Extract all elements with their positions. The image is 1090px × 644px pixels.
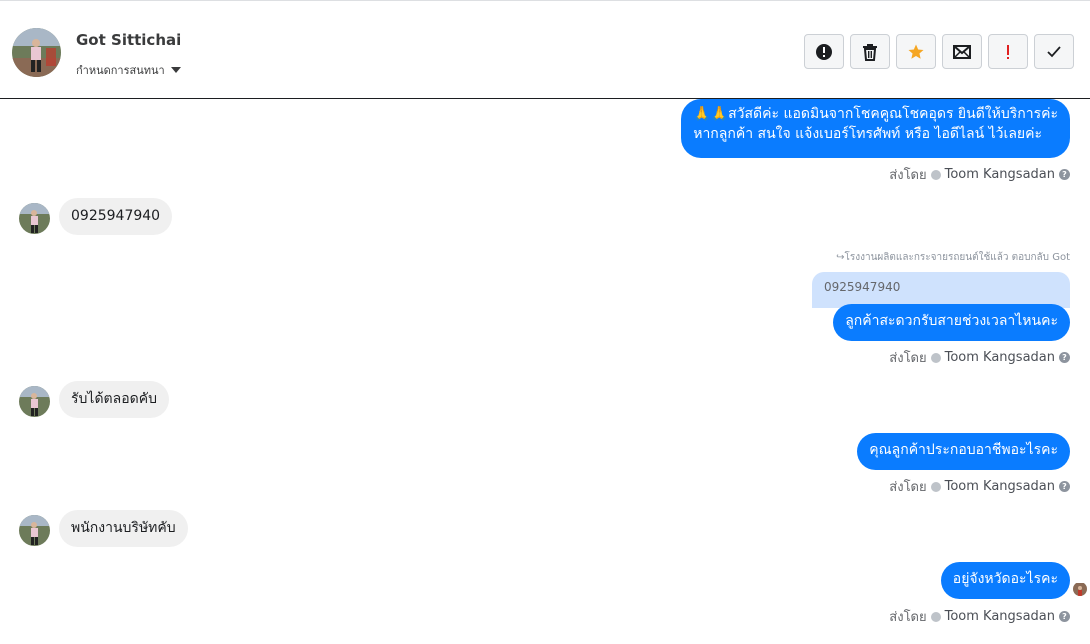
trash-icon: [863, 43, 877, 61]
contact-avatar-small: [19, 515, 50, 546]
sent-by-prefix: ส่งโดย: [889, 168, 927, 183]
sent-by-label: ส่งโดย Toom Kangsadan ?: [889, 606, 1070, 627]
incoming-message[interactable]: 0925947940: [59, 198, 173, 235]
outgoing-message[interactable]: ลูกค้าสะดวกรับสายช่วงเวลาไหนคะ: [833, 304, 1070, 341]
agent-icon: [930, 481, 941, 492]
exclamation-icon: [1007, 44, 1009, 59]
sent-by-label: ส่งโดย Toom Kangsadan ?: [889, 347, 1070, 368]
sent-by-prefix: ส่งโดย: [889, 610, 927, 625]
agent-name[interactable]: Toom Kangsadan: [945, 350, 1055, 365]
outgoing-message[interactable]: คุณลูกค้าประกอบอาชีพอะไรคะ: [857, 433, 1070, 470]
help-icon[interactable]: ?: [1059, 352, 1070, 363]
agent-icon: [930, 169, 941, 180]
help-icon[interactable]: ?: [1059, 611, 1070, 622]
alert-button[interactable]: [804, 34, 844, 69]
sent-by-prefix: ส่งโดย: [889, 351, 927, 366]
alert-circle-icon: [816, 43, 832, 60]
read-receipt-avatar: [1073, 582, 1087, 596]
sent-by-label: ส่งโดย Toom Kangsadan ?: [889, 476, 1070, 497]
conversation-header: Got Sittichai กำหนดการสนทนา: [0, 0, 1090, 99]
incoming-message[interactable]: รับได้ตลอดคับ: [59, 381, 169, 418]
mail-button[interactable]: [942, 34, 982, 69]
star-button[interactable]: [896, 34, 936, 69]
agent-name[interactable]: Toom Kangsadan: [945, 479, 1055, 494]
check-icon: [1047, 45, 1061, 57]
agent-name[interactable]: Toom Kangsadan: [945, 609, 1055, 624]
agent-name[interactable]: Toom Kangsadan: [945, 167, 1055, 182]
agent-icon: [930, 352, 941, 363]
message-text-line: 🙏🙏สวัสดีค่ะ แอดมินจากโชคคูณโชคอุดร ยินดี…: [693, 106, 1058, 122]
reply-context-note: ↪โรงงานผลิตและกระจายรถยนต์ใช้แล้ว ตอบกลั…: [836, 252, 1070, 263]
outgoing-message[interactable]: 🙏🙏สวัสดีค่ะ แอดมินจากโชคคูณโชคอุดร ยินดี…: [681, 99, 1070, 158]
sent-by-label: ส่งโดย Toom Kangsadan ?: [889, 164, 1070, 185]
contact-avatar[interactable]: [12, 28, 61, 77]
quoted-message[interactable]: 0925947940: [812, 272, 1070, 308]
conversation-toolbar: [804, 34, 1074, 69]
star-icon: [908, 44, 924, 59]
message-text-line: หากลูกค้า สนใจ แจ้งเบอร์โทรศัพท์ หรือ ไอ…: [693, 126, 1042, 142]
contact-name[interactable]: Got Sittichai: [76, 31, 181, 49]
delete-button[interactable]: [850, 34, 890, 69]
chevron-down-icon: [170, 67, 181, 73]
agent-icon: [930, 611, 941, 622]
contact-avatar-small: [19, 203, 50, 234]
help-icon[interactable]: ?: [1059, 481, 1070, 492]
help-icon[interactable]: ?: [1059, 169, 1070, 180]
contact-avatar-small: [19, 386, 50, 417]
assign-conversation-dropdown[interactable]: กำหนดการสนทนา: [76, 61, 181, 79]
incoming-message[interactable]: พนักงานบริษัทคับ: [59, 510, 188, 547]
mark-important-button[interactable]: [988, 34, 1028, 69]
mark-done-button[interactable]: [1034, 34, 1074, 69]
outgoing-message[interactable]: อยู่จังหวัดอะไรคะ: [940, 562, 1070, 599]
sent-by-prefix: ส่งโดย: [889, 480, 927, 495]
assign-label: กำหนดการสนทนา: [76, 64, 165, 77]
message-thread: 🙏🙏สวัสดีค่ะ แอดมินจากโชคคูณโชคอุดร ยินดี…: [0, 99, 1090, 644]
mail-icon: [953, 44, 971, 59]
